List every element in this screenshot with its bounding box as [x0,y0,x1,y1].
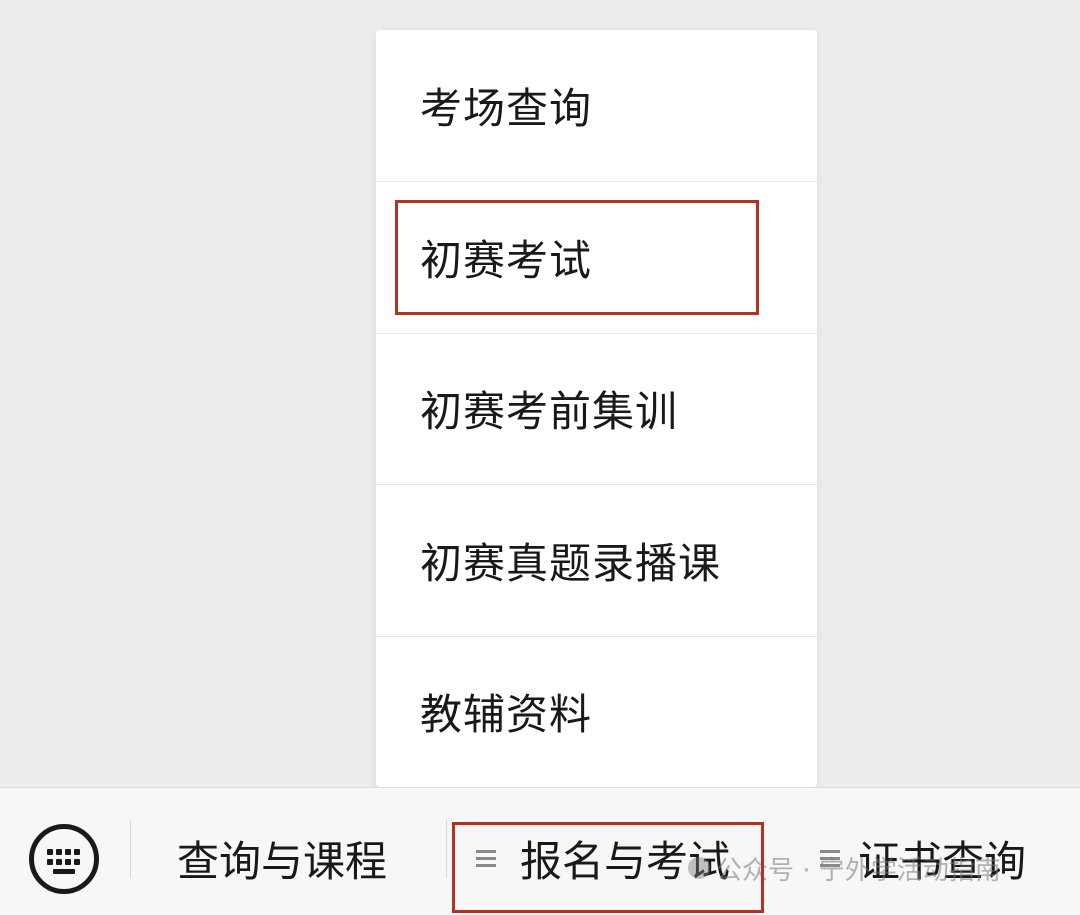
submenu-item-label: 教辅资料 [420,690,593,740]
submenu-item-label: 考场查询 [420,84,593,134]
submenu-item-exam-room-query[interactable]: 考场查询 [376,30,817,181]
submenu-item-label: 初赛真题录播课 [420,538,722,588]
submenu-popup: 考场查询 初赛考试 初赛考前集训 初赛真题录播课 教辅资料 [376,30,817,787]
bottom-menu-bar: 查询与课程 报名与考试 证书查询 公众号 · 宁外学活动指南 [0,787,1080,915]
keyboard-space-key [53,869,75,874]
menu-icon [476,848,496,868]
watermark: 公众号 · 宁外学活动指南 [688,848,1001,888]
tab-query-and-courses[interactable]: 查询与课程 [177,812,387,904]
tab-label: 查询与课程 [177,836,388,886]
submenu-item-past-papers-course[interactable]: 初赛真题录播课 [376,484,817,635]
submenu-item-label: 初赛考前集训 [420,387,679,437]
app-screen: 考场查询 初赛考试 初赛考前集训 初赛真题录播课 教辅资料 查询与课程 报名与考… [0,0,1080,915]
watermark-text: 公众号 · 宁外学活动指南 [716,855,1001,886]
wechat-icon [688,857,710,879]
submenu-item-pre-exam-training[interactable]: 初赛考前集训 [376,332,817,484]
keyboard-keys [47,849,81,869]
submenu-item-study-materials[interactable]: 教辅资料 [376,635,817,787]
submenu-item-label: 初赛考试 [420,236,593,286]
divider [130,820,131,878]
keyboard-icon[interactable] [29,824,99,894]
divider [446,820,447,878]
submenu-item-preliminary-exam[interactable]: 初赛考试 [376,181,817,332]
